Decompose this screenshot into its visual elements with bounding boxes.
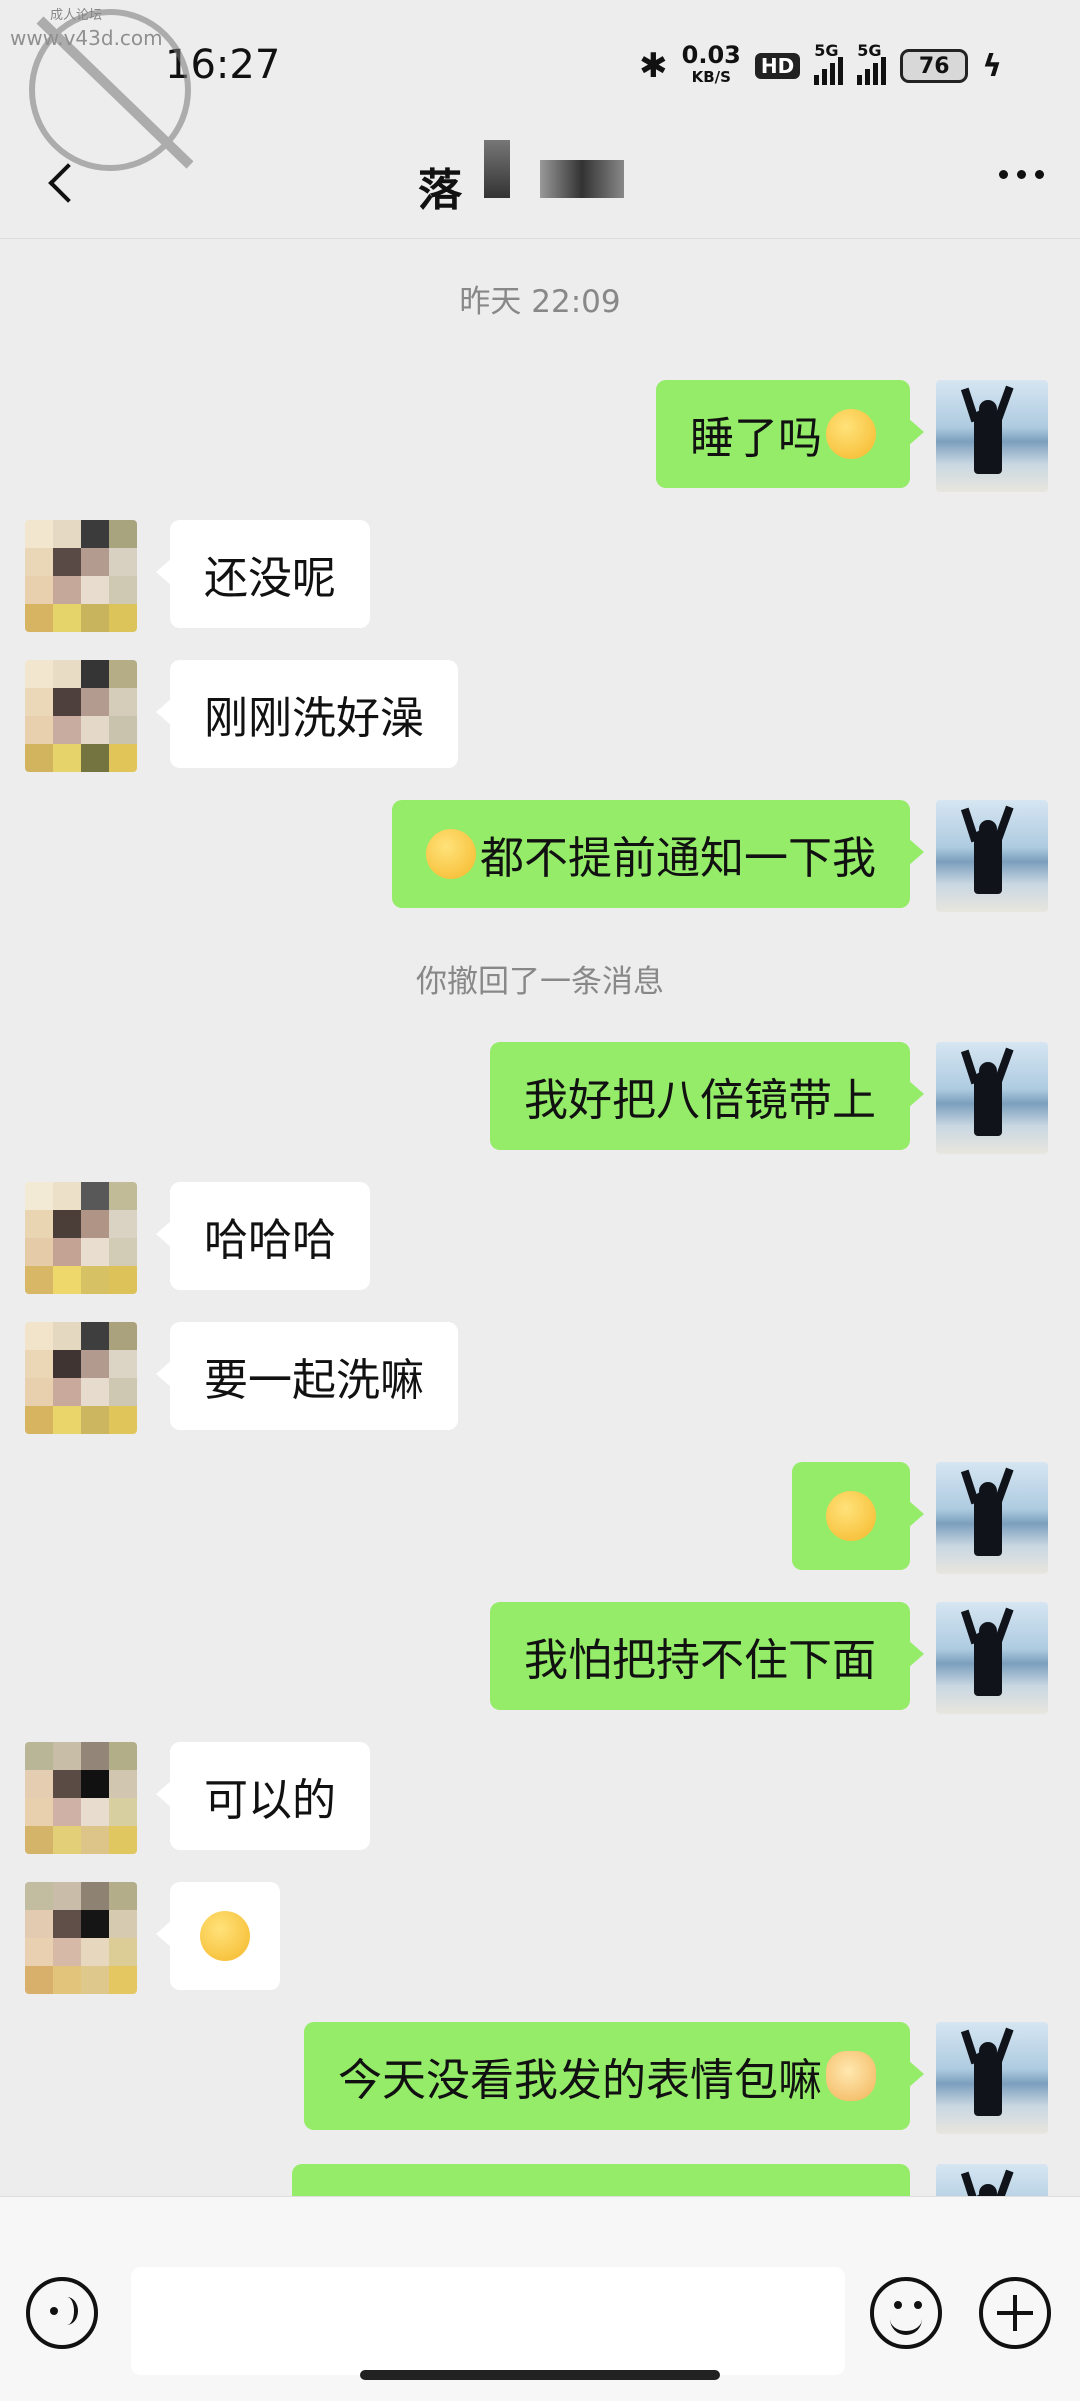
- status-icons: ✱ 0.03 KB/S HD 5G 5G 76 ϟ: [639, 41, 1002, 88]
- home-indicator[interactable]: [360, 2370, 720, 2380]
- smiley-icon: [894, 2301, 902, 2309]
- contact-avatar[interactable]: [25, 1742, 137, 1854]
- charging-icon: ϟ: [982, 48, 1002, 84]
- my-avatar[interactable]: [936, 1042, 1048, 1154]
- my-avatar[interactable]: [936, 380, 1048, 492]
- voice-wave-icon: [56, 2297, 78, 2325]
- network-speed-unit: KB/S: [691, 68, 731, 86]
- chat-title: 落: [418, 165, 462, 216]
- message-bubble-sent[interactable]: 我好把八倍镜带上: [490, 1042, 924, 1150]
- message-bubble-received[interactable]: 要一起洗嘛: [156, 1322, 458, 1430]
- message-text: 今天没看我发的表情包嘛: [338, 2055, 822, 2106]
- more-functions-button[interactable]: [979, 2277, 1051, 2349]
- contact-avatar[interactable]: [25, 520, 137, 632]
- network-speed-value: 0.03: [681, 41, 741, 69]
- message-bubble-sent[interactable]: [792, 1462, 924, 1570]
- message-text: 我怕把持不住下面: [524, 1635, 876, 1686]
- message-bubble-received[interactable]: 还没呢: [156, 520, 370, 628]
- message-input[interactable]: [131, 2267, 845, 2375]
- sim1-label: 5G: [814, 41, 839, 60]
- emoji-button[interactable]: [870, 2277, 942, 2349]
- my-avatar[interactable]: [936, 2022, 1048, 2134]
- my-avatar[interactable]: [936, 1602, 1048, 1714]
- message-bubble-received[interactable]: 刚刚洗好澡: [156, 660, 458, 768]
- message-text: 可以的: [204, 1775, 336, 1826]
- message-text: 还没呢: [204, 553, 336, 604]
- battery-icon: 76: [900, 49, 969, 83]
- my-avatar[interactable]: [936, 1462, 1048, 1574]
- message-bubble-sent[interactable]: 睡了吗: [656, 380, 924, 488]
- message-bubble-sent[interactable]: 今天没看我发的表情包嘛: [304, 2022, 924, 2130]
- contact-avatar[interactable]: [25, 660, 137, 772]
- back-button[interactable]: [38, 148, 98, 218]
- message-bubble-received[interactable]: 可以的: [156, 1742, 370, 1850]
- chevron-left-icon: [48, 163, 88, 203]
- message-bubble-sent[interactable]: 我怕把持不住下面: [490, 1602, 924, 1710]
- smirk-emoji-icon: [826, 409, 876, 459]
- my-avatar[interactable]: [936, 800, 1048, 912]
- contact-avatar[interactable]: [25, 1882, 137, 1994]
- message-row-partial: [0, 2164, 1080, 2196]
- message-text: 睡了吗: [690, 413, 822, 464]
- grimace-emoji-icon: [826, 1491, 876, 1541]
- signal-icon-sim2: 5G: [857, 41, 887, 85]
- my-avatar[interactable]: [936, 2164, 1048, 2196]
- message-bubble-received[interactable]: 哈哈哈: [156, 1182, 370, 1290]
- message-timestamp: 昨天 22:09: [459, 284, 621, 320]
- cat-emoji-icon: [826, 2051, 876, 2101]
- bluetooth-icon: ✱: [639, 46, 668, 86]
- message-text: 哈哈哈: [204, 1215, 336, 1266]
- sim2-label: 5G: [857, 41, 882, 60]
- voice-input-button[interactable]: [26, 2277, 98, 2349]
- heart-eyes-emoji-icon: [426, 829, 476, 879]
- message-bubble-sent[interactable]: 都不提前通知一下我: [392, 800, 924, 908]
- message-bubble-received[interactable]: [156, 1882, 280, 1990]
- contact-avatar[interactable]: [25, 1322, 137, 1434]
- watermark-text: 成人论坛: [50, 8, 103, 23]
- message-text: 刚刚洗好澡: [204, 693, 424, 744]
- message-bubble-sent[interactable]: [292, 2164, 910, 2196]
- title-blur: [540, 160, 624, 198]
- tears-of-joy-emoji-icon: [200, 1911, 250, 1961]
- hd-voice-icon: HD: [754, 53, 801, 79]
- contact-avatar[interactable]: [25, 1182, 137, 1294]
- battery-level: 76: [918, 53, 950, 79]
- message-text: 要一起洗嘛: [204, 1355, 424, 1406]
- signal-icon-sim1: 5G: [814, 41, 844, 85]
- message-text: 都不提前通知一下我: [480, 833, 876, 884]
- recall-notice: 你撤回了一条消息: [416, 964, 664, 1000]
- message-text: 我好把八倍镜带上: [524, 1075, 876, 1126]
- watermark-url: www.v43d.com: [10, 26, 163, 50]
- title-blur: [484, 140, 510, 198]
- network-speed: 0.03 KB/S: [681, 41, 741, 88]
- more-options-button[interactable]: [999, 170, 1044, 179]
